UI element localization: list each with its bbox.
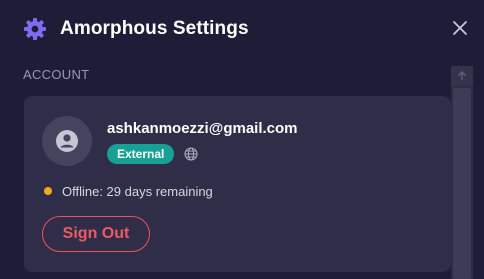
account-card: ashkanmoezzi@gmail.com External Offline:… [24, 96, 451, 272]
status-dot-icon [44, 187, 52, 195]
close-icon[interactable] [451, 19, 469, 37]
scrollbar[interactable] [451, 66, 473, 279]
user-icon [56, 130, 78, 152]
arrow-up-icon [457, 71, 467, 80]
section-label: ACCOUNT [23, 67, 90, 82]
scroll-thumb[interactable] [453, 88, 471, 279]
account-email: ashkanmoezzi@gmail.com [107, 120, 298, 137]
scroll-up-button[interactable] [451, 66, 473, 86]
page-title: Amorphous Settings [60, 18, 249, 39]
account-type-badge: External [107, 144, 175, 164]
gear-icon [23, 17, 47, 41]
status-text: Offline: 29 days remaining [62, 184, 213, 199]
header: Amorphous Settings [0, 0, 484, 58]
globe-icon [184, 147, 198, 161]
avatar [42, 116, 92, 166]
sign-out-button[interactable]: Sign Out [42, 216, 150, 252]
